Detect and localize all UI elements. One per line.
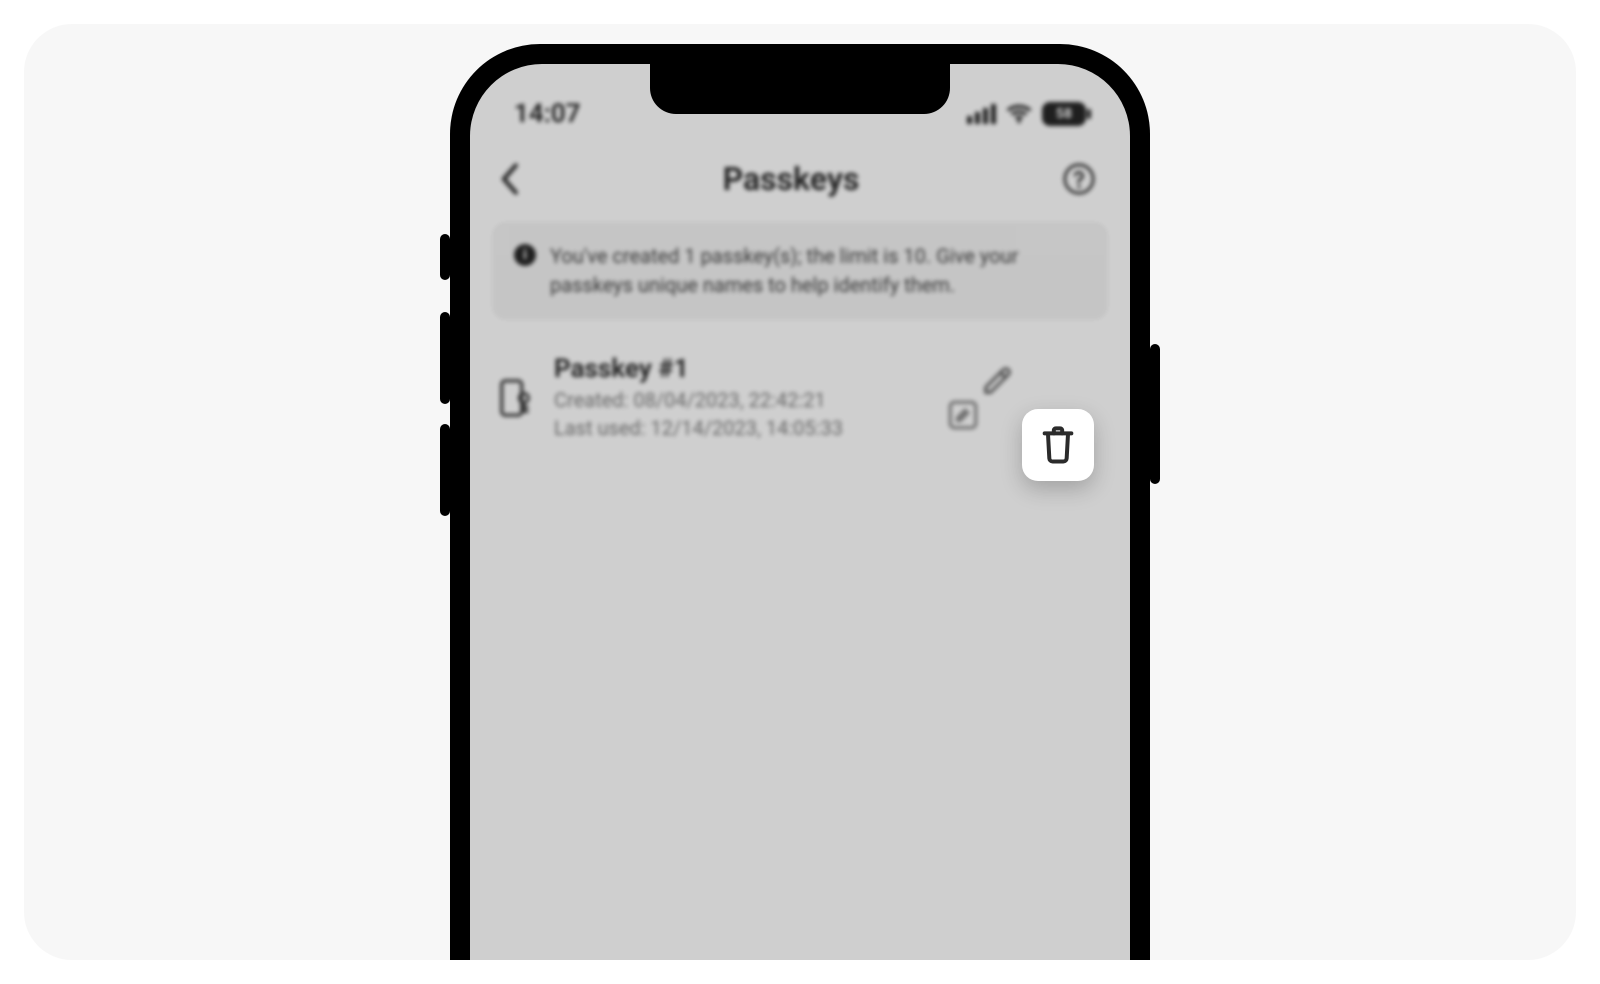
phone-frame: 14:07 — [450, 44, 1150, 960]
screen-header: Passkeys — [470, 134, 1130, 222]
phone-screen: 14:07 — [470, 64, 1130, 960]
passkey-last-used: Last used: 12/14/2023, 14:05:33 — [554, 414, 962, 442]
page-title: Passkeys — [723, 160, 860, 198]
phone-mute-switch — [440, 234, 450, 280]
passkey-name: Passkey #1 — [554, 354, 962, 384]
card-container: 14:07 — [24, 24, 1576, 960]
info-message: You've created 1 passkey(s); the limit i… — [550, 242, 1086, 300]
help-button[interactable] — [1062, 162, 1096, 196]
phone-notch — [650, 64, 950, 114]
status-indicators: 58 — [967, 102, 1086, 126]
wifi-icon — [1006, 104, 1032, 124]
passkey-row: Passkey #1 Created: 08/04/2023, 22:42:21… — [492, 348, 1108, 448]
battery-percent: 58 — [1056, 106, 1072, 122]
info-banner: i You've created 1 passkey(s); the limit… — [492, 222, 1108, 320]
info-icon: i — [514, 244, 536, 266]
passkey-created: Created: 08/04/2023, 22:42:21 — [554, 386, 962, 414]
battery-icon: 58 — [1042, 102, 1086, 126]
device-passkey-icon — [496, 378, 536, 418]
app-layer: 14:07 — [470, 64, 1130, 960]
edit-button[interactable] — [980, 364, 1014, 432]
cellular-icon — [967, 104, 996, 124]
delete-button[interactable] — [1022, 409, 1094, 481]
status-time: 14:07 — [514, 99, 581, 129]
phone-power-button — [1150, 344, 1160, 484]
trash-icon — [1038, 423, 1078, 467]
phone-volume-down — [440, 424, 450, 516]
phone-volume-up — [440, 312, 450, 404]
back-button[interactable] — [498, 162, 520, 196]
